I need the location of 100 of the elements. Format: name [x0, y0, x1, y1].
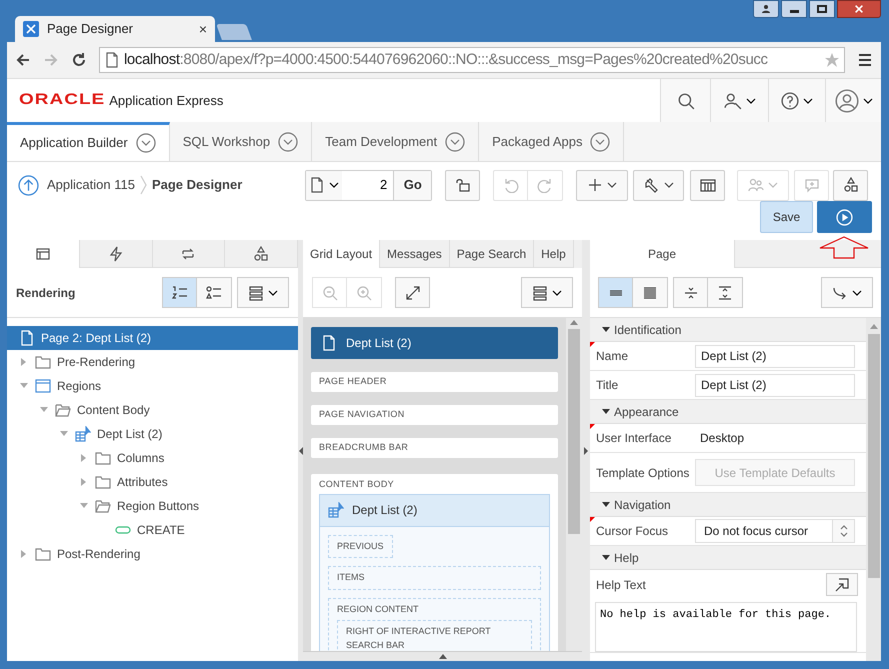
tree-node[interactable]: Columns	[7, 446, 298, 470]
panel-tab[interactable]	[225, 240, 298, 268]
help-icon	[781, 92, 799, 110]
chevron-circle-icon	[136, 133, 156, 153]
panel-tab[interactable]: Page	[590, 240, 735, 268]
layout-button[interactable]	[690, 170, 726, 200]
expand-icon	[404, 284, 420, 300]
search-icon	[676, 92, 694, 110]
add-button[interactable]	[576, 170, 628, 200]
select-field[interactable]: Do not focus cursor	[695, 519, 855, 543]
layout-position[interactable]: BREADCRUMB BAR	[311, 438, 558, 458]
group-header[interactable]: Navigation	[590, 493, 866, 517]
product-name: Application Express	[109, 92, 224, 110]
menu-icon	[857, 52, 873, 68]
view-toggle-button[interactable]	[162, 277, 197, 308]
tab-title: Page Designer	[47, 20, 134, 38]
layout-position[interactable]: PAGE NAVIGATION	[311, 405, 558, 425]
menu-button[interactable]	[521, 277, 573, 308]
folder-icon	[35, 354, 51, 370]
page-number-field[interactable]: 2	[342, 170, 394, 200]
exchange-icon	[180, 246, 196, 262]
open-folder-icon	[95, 498, 111, 514]
group-header[interactable]: Help	[590, 546, 866, 570]
splitter-arrow-icon	[298, 446, 302, 454]
view-toggle-button[interactable]	[598, 277, 633, 308]
close-tab-button[interactable]: ×	[198, 18, 207, 40]
nav-tab[interactable]: Application Builder	[7, 122, 170, 161]
lock-button[interactable]	[445, 170, 480, 200]
slot-label: ITEMS	[337, 571, 366, 584]
save-button[interactable]: Save	[760, 201, 813, 233]
collapse-all-button[interactable]	[673, 277, 708, 308]
page-title-bar[interactable]: Dept List (2)	[311, 327, 558, 359]
breadcrumb-link[interactable]: Page Designer	[152, 175, 242, 195]
caret-icon	[552, 288, 562, 298]
panel-tab[interactable]: Grid Layout	[303, 240, 380, 268]
group-header[interactable]: Identification	[590, 318, 866, 342]
help-menu-button[interactable]	[768, 79, 825, 122]
reload-icon	[71, 52, 87, 68]
user-menu-button[interactable]	[825, 79, 881, 122]
tree-node[interactable]: Post-Rendering	[7, 542, 298, 566]
help-text-area[interactable]: No help is available for this page.	[595, 602, 857, 652]
tree-node[interactable]: CREATE	[7, 518, 298, 542]
text-field[interactable]: Dept List (2)	[695, 374, 855, 396]
tree-node[interactable]: Content Body	[7, 398, 298, 422]
slot-area[interactable]: ITEMS	[328, 566, 541, 590]
nav-tab[interactable]: SQL Workshop	[170, 122, 312, 161]
shared-button[interactable]	[833, 170, 868, 200]
open-editor-button[interactable]	[826, 573, 858, 596]
page-title: Dept List (2)	[346, 335, 412, 352]
page-type-dropdown[interactable]	[306, 170, 342, 200]
run-page-button[interactable]	[817, 201, 872, 233]
property-label: Template Options	[596, 464, 690, 480]
tree-node[interactable]: Page 2: Dept List (2)	[7, 326, 298, 350]
view-toggle-button[interactable]	[197, 277, 232, 308]
panel-tab[interactable]: Page Search	[450, 240, 534, 268]
tree-node[interactable]: Region Buttons	[7, 494, 298, 518]
expand-all-button[interactable]	[708, 277, 743, 308]
address-bar[interactable]: localhost:8080/apex/f?p=4000:4500:544076962060::NO:::&success_msg=Pages%20created%20succ	[99, 47, 845, 73]
url-text: localhost:8080/apex/f?p=4000:4500:544076962060::NO:::&success_msg=Pages%20created%20succ	[124, 50, 769, 70]
slot-label: PREVIOUS	[337, 540, 384, 552]
property-value: Desktop	[700, 430, 744, 447]
browser-tab[interactable]: Page Designer ×	[15, 16, 215, 42]
region-card[interactable]: Dept List (2) PREVIOUS ITEMS REGION CONTENT RIGHT OF INTERACTIVE REPORT SEARCH BAR	[319, 494, 550, 651]
panel-tab[interactable]: Help	[534, 240, 574, 268]
scrollbar[interactable]	[566, 318, 582, 651]
slot-area[interactable]: PREVIOUS	[328, 534, 393, 558]
minimize-button[interactable]	[781, 0, 807, 18]
tree-node[interactable]: Attributes	[7, 470, 298, 494]
expand-icon	[717, 284, 733, 300]
panel-tab[interactable]: Messages	[380, 240, 450, 268]
layout-position[interactable]: PAGE HEADER	[311, 372, 558, 392]
tree-node[interactable]: Regions	[7, 374, 298, 398]
group-header[interactable]: Appearance	[590, 400, 866, 424]
search-button[interactable]	[660, 79, 710, 122]
app-logo-icon	[23, 21, 39, 37]
wrench-icon	[644, 177, 660, 193]
utilities-button[interactable]	[633, 170, 684, 200]
go-to-group-button[interactable]	[821, 277, 873, 308]
list-icon	[248, 284, 264, 300]
expand-button[interactable]	[395, 277, 430, 308]
new-tab-button[interactable]	[216, 24, 252, 40]
tree-node[interactable]: Dept List (2)	[7, 422, 298, 446]
tree-node[interactable]: Pre-Rendering	[7, 350, 298, 374]
close-button[interactable]	[837, 0, 881, 18]
breadcrumb-link[interactable]: Application 115	[47, 175, 135, 195]
scrollbar[interactable]	[866, 318, 881, 661]
admin-menu-button[interactable]	[710, 79, 768, 122]
panel-tab[interactable]	[80, 240, 152, 268]
menu-button[interactable]	[237, 277, 289, 308]
shape-list-icon	[206, 284, 222, 300]
page-selector[interactable]: 2 Go	[305, 170, 432, 200]
group-title: Identification	[614, 322, 682, 338]
view-toggle-button[interactable]	[633, 277, 668, 308]
caret-icon	[329, 180, 340, 190]
user-switch-button[interactable]	[753, 0, 779, 18]
go-button[interactable]: Go	[393, 170, 432, 200]
breadcrumb-separator-icon	[140, 175, 147, 195]
folder-icon	[95, 450, 111, 466]
maximize-button[interactable]	[809, 0, 835, 18]
text-field[interactable]: Dept List (2)	[695, 344, 855, 368]
